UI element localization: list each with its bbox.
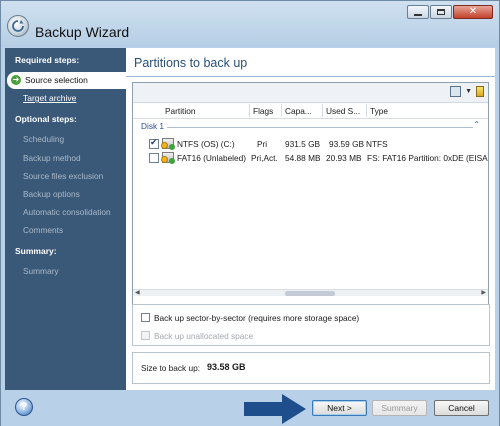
column-separator[interactable] (249, 104, 250, 117)
partition-used-space: 20.93 MB (326, 153, 362, 163)
page-title: Partitions to back up (134, 56, 248, 70)
step-target-archive[interactable]: Target archive (23, 93, 76, 103)
step-backup-method: Backup method (23, 153, 81, 163)
partition-used-space: 93.59 GB (329, 139, 365, 149)
maximize-icon (437, 9, 445, 15)
step-backup-options: Backup options (23, 189, 80, 199)
column-capacity[interactable]: Capa... (285, 106, 319, 116)
column-type[interactable]: Type (370, 106, 430, 116)
step-source-selection-label: Source selection (25, 75, 88, 85)
collapse-caret-icon[interactable]: ⌃ (473, 120, 480, 129)
unallocated-space-option: Back up unallocated space (141, 331, 253, 341)
step-source-files-exclusion: Source files exclusion (23, 171, 104, 181)
unallocated-space-label: Back up unallocated space (154, 331, 254, 341)
title-divider (126, 76, 495, 77)
help-icon[interactable]: ? (15, 398, 33, 416)
backup-options-box: Back up sector-by-sector (requires more … (132, 304, 490, 346)
summary-heading: Summary: (15, 246, 57, 256)
disk-group-label: Disk 1 (141, 121, 168, 131)
sector-by-sector-label: Back up sector-by-sector (requires more … (154, 313, 360, 323)
partition-capacity: 54.88 MB (285, 153, 321, 163)
partition-disk-icon (161, 138, 175, 150)
window-title: Backup Wizard (35, 24, 130, 40)
close-button[interactable]: ✕ (453, 5, 493, 19)
backup-wizard-window: Backup Wizard ✕ Required steps: ➜ Source… (0, 0, 500, 426)
column-partition[interactable]: Partition (165, 106, 245, 116)
sector-by-sector-option[interactable]: Back up sector-by-sector (requires more … (141, 313, 359, 323)
maximize-button[interactable] (430, 5, 452, 19)
group-divider-line (163, 127, 473, 128)
column-flags[interactable]: Flags (253, 106, 279, 116)
partition-type: FS: FAT16 Partition: 0xDE (EISA co (367, 153, 488, 163)
step-comments: Comments (23, 225, 64, 235)
step-source-selection[interactable]: ➜ Source selection (7, 72, 129, 89)
partition-checkbox[interactable] (149, 138, 159, 149)
disk-group-header[interactable]: Disk 1 ⌃ (135, 120, 486, 133)
minimize-button[interactable] (407, 5, 429, 19)
next-button[interactable]: Next > (312, 400, 367, 416)
partition-capacity: 931.5 GB (285, 139, 321, 149)
current-step-arrow-icon: ➜ (11, 75, 21, 85)
column-separator[interactable] (322, 104, 323, 117)
partition-disk-icon (161, 152, 175, 164)
horizontal-scrollbar[interactable]: ◀ ▶ (133, 289, 488, 296)
cancel-button[interactable]: Cancel (434, 400, 489, 416)
optional-steps-heading: Optional steps: (15, 114, 77, 124)
window-controls: ✕ (407, 5, 493, 19)
partition-checkbox[interactable] (149, 153, 159, 163)
size-to-backup-box: Size to back up: 93.58 GB (132, 352, 490, 384)
column-separator[interactable] (281, 104, 282, 117)
step-scheduling: Scheduling (23, 134, 65, 144)
table-row[interactable]: NTFS (OS) (C:) Pri 931.5 GB 93.59 GB NTF… (133, 137, 488, 151)
partition-name: NTFS (OS) (C:) (177, 139, 235, 149)
unallocated-space-checkbox (141, 331, 150, 340)
scroll-right-icon[interactable]: ▶ (481, 289, 486, 296)
required-steps-heading: Required steps: (15, 55, 80, 65)
right-arrow-icon (244, 394, 306, 424)
title-bar[interactable]: Backup Wizard ✕ (1, 1, 499, 47)
table-row[interactable]: FAT16 (Unlabeled) Pri,Act. 54.88 MB 20.9… (133, 151, 488, 165)
partition-name: FAT16 (Unlabeled) (177, 153, 247, 163)
size-to-backup-label: Size to back up: (141, 363, 201, 373)
column-header-row: Partition Flags Capa... Used S... Type (133, 103, 488, 119)
summary-button: Summary (372, 400, 427, 416)
size-to-backup-value: 93.58 GB (207, 362, 246, 372)
close-icon: ✕ (468, 6, 478, 17)
partition-flags: Pri,Act. (251, 153, 278, 163)
minimize-icon (414, 14, 422, 16)
scrollbar-thumb[interactable] (285, 291, 335, 296)
partition-flags: Pri (257, 139, 268, 149)
scroll-left-icon[interactable]: ◀ (135, 289, 140, 296)
wizard-steps-sidebar: Required steps: ➜ Source selection Targe… (5, 48, 129, 390)
step-automatic-consolidation: Automatic consolidation (23, 207, 111, 217)
sector-by-sector-checkbox[interactable] (141, 313, 150, 322)
app-logo-icon (7, 15, 29, 37)
column-separator[interactable] (366, 104, 367, 117)
step-summary: Summary (23, 266, 59, 276)
partition-type: NTFS (366, 139, 388, 149)
column-used-space[interactable]: Used S... (326, 106, 364, 116)
